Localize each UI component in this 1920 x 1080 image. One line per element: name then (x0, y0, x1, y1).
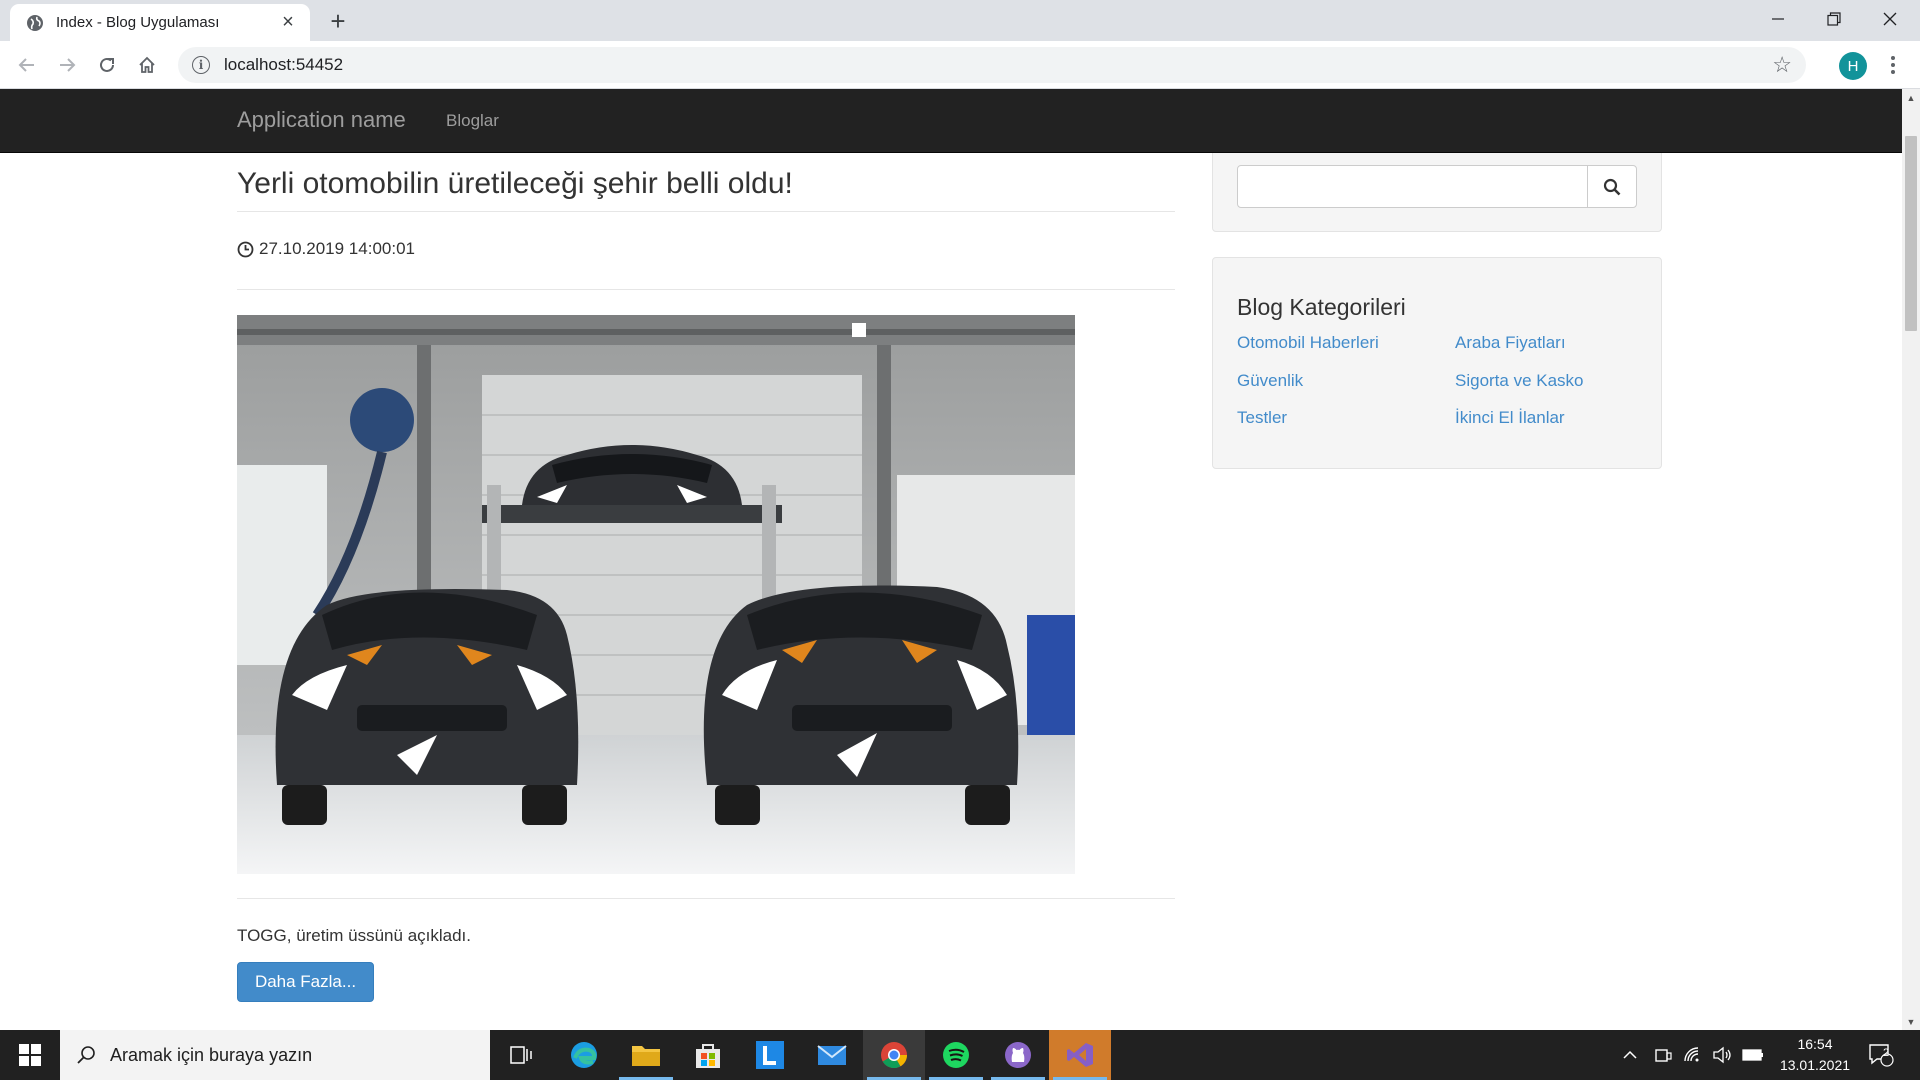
search-input[interactable] (1237, 165, 1588, 208)
search-button[interactable] (1587, 165, 1637, 208)
bookmark-star-icon[interactable]: ☆ (1772, 52, 1792, 78)
taskbar-store[interactable] (677, 1030, 739, 1080)
categories-title: Blog Kategorileri (1237, 294, 1406, 320)
folder-icon (632, 1046, 660, 1066)
forward-button[interactable] (51, 49, 83, 81)
category-link[interactable]: Araba Fiyatları (1455, 333, 1566, 353)
task-view-button[interactable] (490, 1030, 552, 1080)
globe-icon (27, 14, 43, 31)
task-view-icon (510, 1046, 532, 1064)
minimize-button[interactable] (1750, 0, 1806, 38)
chevron-up-icon (1623, 1050, 1637, 1059)
browser-tab-active[interactable]: Index - Blog Uygulaması × (10, 4, 310, 41)
close-icon (1883, 12, 1897, 26)
edge-icon (571, 1042, 597, 1068)
mail-icon (817, 1045, 847, 1065)
taskbar-search-box[interactable]: Aramak için buraya yazın (60, 1030, 490, 1080)
restore-icon (1827, 12, 1841, 26)
divider (237, 898, 1175, 899)
post-excerpt: TOGG, üretim üssünü açıkladı. (237, 926, 471, 945)
close-tab-icon[interactable]: × (278, 11, 298, 33)
scroll-thumb[interactable] (1905, 136, 1917, 331)
back-button[interactable] (11, 49, 43, 81)
battery-icon (1742, 1049, 1763, 1061)
taskbar-file-explorer[interactable] (615, 1030, 677, 1080)
reload-icon (100, 57, 114, 72)
tray-volume[interactable] (1712, 1030, 1732, 1080)
nav-link-bloglar[interactable]: Bloglar (446, 111, 499, 131)
info-icon[interactable]: i (192, 56, 210, 74)
device-icon (1655, 1049, 1672, 1062)
taskbar-time[interactable]: 16:54 (1775, 1036, 1855, 1052)
taskbar-spotify[interactable] (925, 1030, 987, 1080)
windows-logo-icon (19, 1044, 41, 1066)
brand-link[interactable]: Application name (237, 107, 406, 133)
l-app-icon (756, 1041, 784, 1069)
profile-avatar[interactable]: H (1839, 52, 1867, 80)
reload-button[interactable] (91, 49, 123, 81)
taskbar-github[interactable] (987, 1030, 1049, 1080)
post-image (237, 315, 1075, 874)
close-window-button[interactable] (1862, 0, 1918, 38)
notification-count: 2 (1883, 1047, 1890, 1059)
taskbar-search-placeholder: Aramak için buraya yazın (110, 1044, 313, 1065)
github-icon (1005, 1042, 1031, 1068)
visual-studio-icon (1067, 1043, 1093, 1067)
chrome-icon (881, 1042, 908, 1069)
minimize-icon (1772, 18, 1784, 20)
new-tab-button[interactable]: + (324, 6, 352, 36)
windows-taskbar: Aramak için buraya yazın 16:54 13.01.202… (0, 1030, 1920, 1080)
scroll-up-arrow-icon[interactable]: ▲ (1902, 89, 1920, 106)
taskbar-mail[interactable] (801, 1030, 863, 1080)
arrow-right-icon (60, 58, 76, 72)
volume-icon (1713, 1046, 1731, 1064)
post-date-text: 27.10.2019 14:00:01 (259, 239, 415, 258)
post-title: Yerli otomobilin üretileceği şehir belli… (237, 167, 793, 200)
home-button[interactable] (131, 49, 163, 81)
spotify-icon (943, 1042, 969, 1068)
categories-well (1212, 257, 1662, 469)
tray-wifi[interactable] (1684, 1030, 1702, 1080)
site-navbar: Application name Bloglar (0, 89, 1902, 153)
car-garage-image (237, 315, 1075, 874)
taskbar-visual-studio[interactable] (1049, 1030, 1111, 1080)
search-icon (77, 1046, 95, 1064)
search-icon (1603, 178, 1621, 195)
post-date: 27.10.2019 14:00:01 (237, 239, 415, 259)
page-scrollbar[interactable]: ▲ ▼ (1902, 89, 1920, 1030)
read-more-button[interactable]: Daha Fazla... (237, 962, 374, 1002)
divider (237, 211, 1175, 212)
url-text[interactable]: localhost:54452 (224, 55, 1772, 75)
start-button[interactable] (0, 1030, 60, 1080)
wifi-icon (1684, 1047, 1699, 1062)
category-link[interactable]: Otomobil Haberleri (1237, 333, 1379, 353)
browser-tabstrip: Index - Blog Uygulaması × + (0, 0, 1920, 41)
taskbar-date[interactable]: 13.01.2021 (1775, 1057, 1855, 1073)
category-link[interactable]: Sigorta ve Kasko (1455, 371, 1584, 391)
store-icon (696, 1044, 720, 1068)
page-viewport: Blog Kategorileri Otomobil Haberleri Ara… (0, 89, 1902, 1030)
category-link[interactable]: Testler (1237, 408, 1287, 428)
category-link[interactable]: İkinci El İlanlar (1455, 408, 1565, 428)
category-link[interactable]: Güvenlik (1237, 371, 1303, 391)
arrow-left-icon (18, 58, 34, 72)
browser-toolbar: i localhost:54452 ☆ H (0, 41, 1920, 89)
address-bar[interactable]: i localhost:54452 ☆ (178, 47, 1806, 83)
taskbar-chrome[interactable] (863, 1030, 925, 1080)
browser-menu-button[interactable] (1882, 49, 1904, 81)
divider (237, 289, 1175, 290)
clock-icon (237, 241, 254, 257)
notification-center[interactable]: 2 (1868, 1030, 1894, 1080)
tab-title: Index - Blog Uygulaması (56, 14, 220, 31)
restore-button[interactable] (1806, 0, 1862, 38)
notification-icon (1869, 1044, 1894, 1067)
tray-device[interactable] (1654, 1030, 1672, 1080)
home-icon (139, 56, 155, 73)
taskbar-l-app[interactable] (739, 1030, 801, 1080)
tray-battery[interactable] (1742, 1030, 1764, 1080)
taskbar-edge[interactable] (553, 1030, 615, 1080)
tray-chevron[interactable] (1622, 1030, 1638, 1080)
scroll-down-arrow-icon[interactable]: ▼ (1902, 1013, 1920, 1030)
